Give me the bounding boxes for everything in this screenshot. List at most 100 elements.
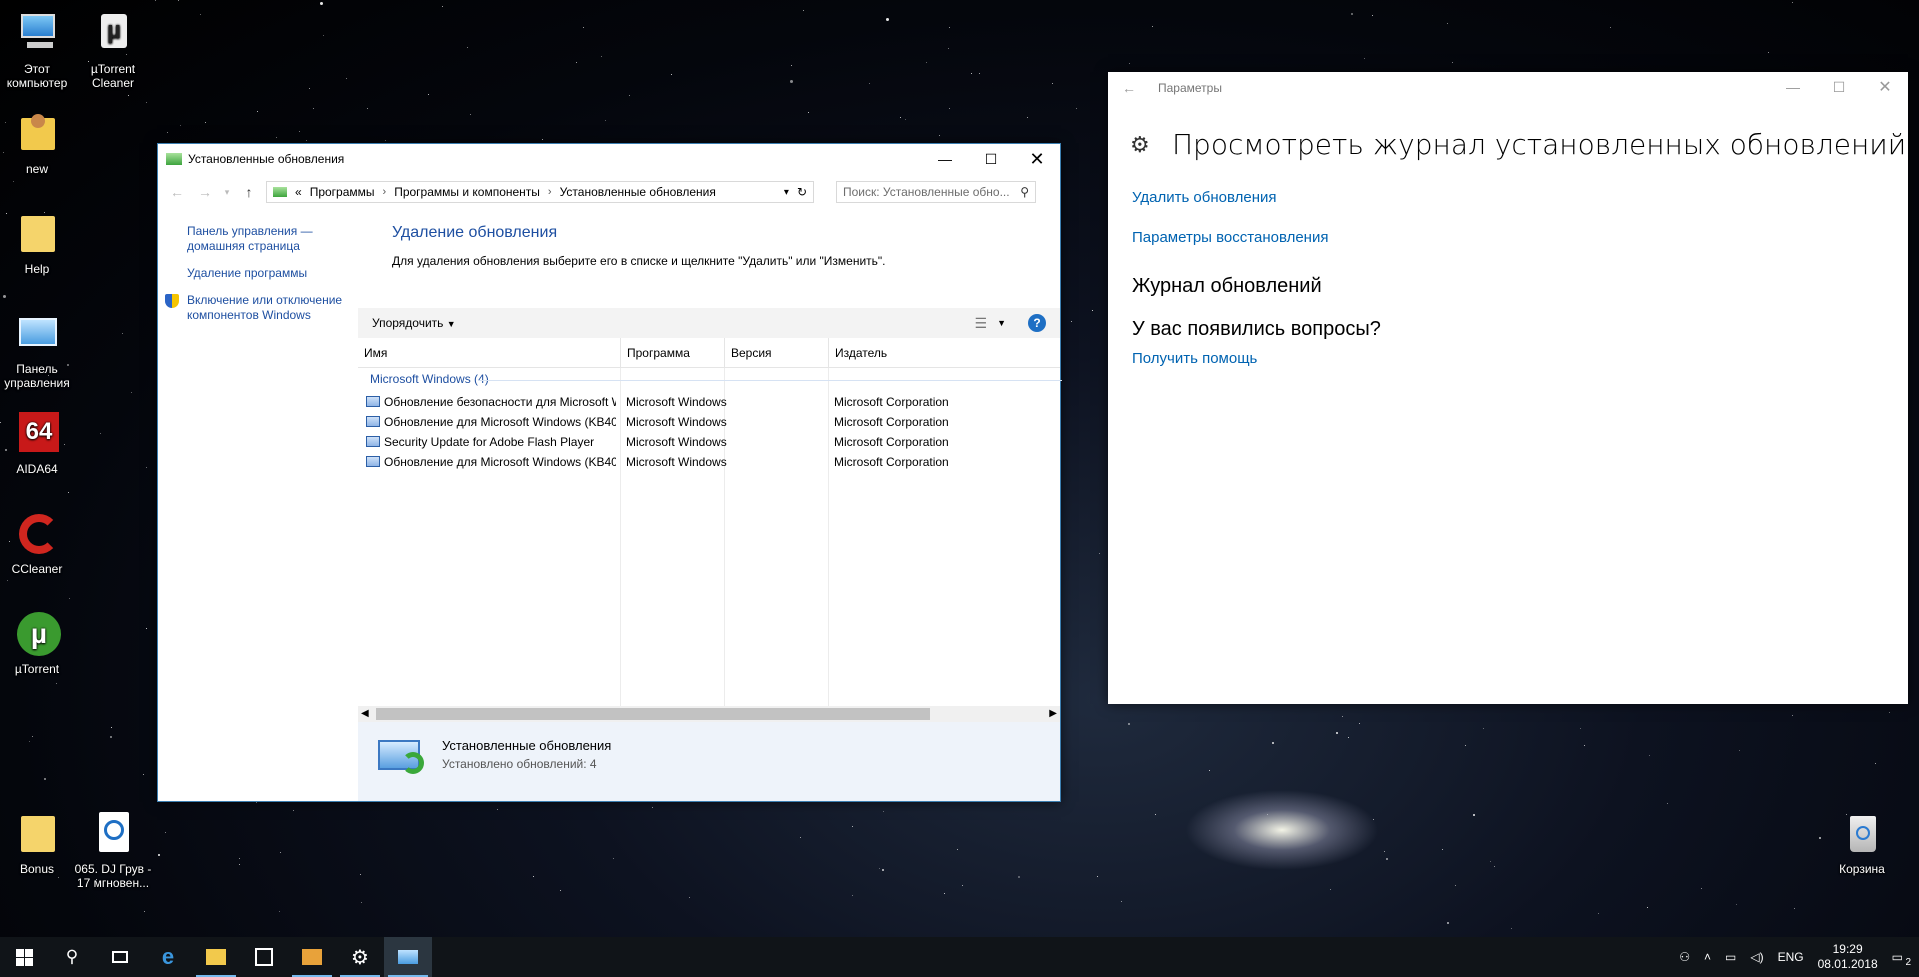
breadcrumb-programs[interactable]: Программы [310, 185, 375, 199]
star [1490, 861, 1491, 862]
star [1511, 928, 1512, 929]
star [576, 62, 577, 63]
table-row[interactable]: Security Update for Adobe Flash Player M… [358, 432, 1060, 452]
taskbar-edge[interactable]: e [144, 937, 192, 977]
window-titlebar[interactable]: Установленные обновления — ☐ ✕ [158, 144, 1060, 174]
star [583, 27, 584, 28]
search-button[interactable]: ⚲ [48, 937, 96, 977]
group-header[interactable]: Microsoft Windows (4) [370, 372, 1062, 386]
user-folder-icon [13, 110, 61, 158]
star [926, 62, 927, 63]
publisher-cell: Microsoft Corporation [834, 415, 949, 429]
network-icon[interactable]: ▭ [1718, 950, 1743, 964]
star [1447, 922, 1449, 924]
desktop-icon-recycle-bin[interactable]: Корзина [1819, 810, 1905, 876]
back-arrow-icon[interactable]: ← [1122, 80, 1136, 96]
star [949, 27, 950, 28]
window-title: Установленные обновления [188, 152, 345, 166]
scrollbar-thumb[interactable] [376, 708, 930, 720]
address-bar[interactable]: « Программы › Программы и компоненты › У… [266, 181, 814, 203]
windows-features-link[interactable]: Включение или отключение компонентов Win… [187, 293, 357, 323]
scroll-left-icon[interactable]: ◀ [361, 706, 369, 722]
show-hidden-icons-icon[interactable]: ˄ [1697, 950, 1718, 964]
desktop-icon-media-file[interactable]: 065. DJ Грув - 17 мгновен... [70, 810, 156, 890]
update-history-heading: Журнал обновлений [1132, 275, 1322, 297]
star [1351, 13, 1353, 15]
clock[interactable]: 19:29 08.01.2018 [1811, 942, 1885, 972]
page-description: Для удаления обновления выберите его в с… [392, 254, 886, 268]
star [939, 135, 940, 136]
maximize-button[interactable]: ☐ [1816, 72, 1862, 102]
up-arrow-icon[interactable]: ↑ [238, 184, 260, 200]
close-button[interactable]: ✕ [1014, 144, 1060, 174]
scroll-right-icon[interactable]: ▶ [1049, 706, 1057, 722]
taskbar-media-player[interactable] [288, 937, 336, 977]
close-button[interactable]: ✕ [1862, 72, 1908, 102]
maximize-button[interactable]: ☐ [968, 144, 1014, 174]
star [131, 392, 132, 393]
ccleaner-icon [13, 510, 61, 558]
table-row[interactable]: Обновление безопасности для Microsoft Wi… [358, 392, 1060, 412]
chevron-down-icon: ▼ [446, 319, 456, 329]
start-button[interactable] [0, 937, 48, 977]
minimize-button[interactable]: — [1770, 72, 1816, 102]
breadcrumb-installed-updates[interactable]: Установленные обновления [560, 185, 716, 199]
star [1768, 52, 1769, 53]
refresh-icon[interactable]: ↻ [797, 185, 807, 199]
view-options-icon[interactable]: ☰ [975, 315, 988, 332]
desktop-icon-new[interactable]: new [0, 110, 80, 176]
forward-arrow-icon[interactable]: → [194, 184, 216, 200]
table-row[interactable]: Обновление для Microsoft Windows (KB4058… [358, 412, 1060, 432]
horizontal-scrollbar[interactable]: ◀ ▶ [358, 706, 1060, 722]
breadcrumb-overflow[interactable]: « [295, 185, 302, 199]
recovery-options-link[interactable]: Параметры восстановления [1132, 229, 1328, 246]
view-dropdown-icon[interactable]: ▼ [997, 318, 1006, 328]
action-center-icon[interactable]: ▭ 2 [1885, 950, 1919, 968]
star [1889, 712, 1890, 713]
details-title: Установленные обновления [442, 738, 612, 753]
organize-button[interactable]: Упорядочить ▼ [372, 316, 456, 330]
desktop-icon-this-pc[interactable]: Этот компьютер [0, 10, 80, 90]
desktop-icon-aida64[interactable]: 64 AIDA64 [0, 410, 80, 476]
desktop-icon-utorrent-cleaner[interactable]: µ µTorrent Cleaner [70, 10, 156, 90]
task-view-button[interactable] [96, 937, 144, 977]
language-indicator[interactable]: ENG [1771, 950, 1811, 964]
back-arrow-icon[interactable]: ← [166, 184, 188, 200]
update-name-cell: Обновление безопасности для Microsoft Wi… [366, 392, 616, 412]
column-header-publisher[interactable]: Издатель [828, 338, 1062, 368]
update-name: Обновление для Microsoft Windows (KB4058… [384, 415, 616, 429]
star [1794, 908, 1795, 909]
control-panel-home-link[interactable]: Панель управления — домашняя страница [187, 224, 327, 254]
star [882, 869, 884, 871]
breadcrumb-programs-features[interactable]: Программы и компоненты [394, 185, 540, 199]
taskbar-settings[interactable]: ⚙ [336, 937, 384, 977]
minimize-button[interactable]: — [922, 144, 968, 174]
uninstall-program-link[interactable]: Удаление программы [187, 266, 358, 281]
recent-dropdown-icon[interactable]: ▾ [222, 187, 232, 198]
settings-titlebar[interactable]: ← Параметры — ☐ ✕ [1108, 72, 1908, 104]
breadcrumb-separator-icon[interactable]: › [383, 186, 387, 198]
volume-icon[interactable]: ◁) [1743, 950, 1770, 964]
breadcrumb-separator-icon[interactable]: › [548, 186, 552, 198]
desktop-icon-help[interactable]: Help [0, 210, 80, 276]
desktop-icon-control-panel[interactable]: Панель управления [0, 310, 80, 390]
address-dropdown-icon[interactable]: ▾ [784, 187, 789, 198]
help-icon[interactable]: ? [1028, 314, 1046, 332]
people-icon[interactable]: ⚇ [1672, 950, 1697, 964]
taskbar-file-explorer[interactable] [192, 937, 240, 977]
column-header-program[interactable]: Программа [620, 338, 724, 368]
uninstall-updates-link[interactable]: Удалить обновления [1132, 189, 1277, 206]
taskbar-control-panel[interactable] [384, 937, 432, 977]
desktop-icon-ccleaner[interactable]: CCleaner [0, 510, 80, 576]
star [900, 117, 901, 118]
green-arrow-icon [402, 752, 424, 774]
desktop-icon-bonus[interactable]: Bonus [0, 810, 80, 876]
column-header-name[interactable]: Имя [358, 338, 620, 368]
table-row[interactable]: Обновление для Microsoft Windows (KB4054… [358, 452, 1060, 472]
get-help-link[interactable]: Получить помощь [1132, 350, 1257, 367]
details-pane: Установленные обновления Установлено обн… [358, 722, 1060, 801]
desktop-icon-utorrent[interactable]: µ µTorrent [0, 610, 80, 676]
search-input[interactable]: Поиск: Установленные обно... ⚲ [836, 181, 1036, 203]
column-header-version[interactable]: Версия [724, 338, 828, 368]
taskbar-store[interactable] [240, 937, 288, 977]
